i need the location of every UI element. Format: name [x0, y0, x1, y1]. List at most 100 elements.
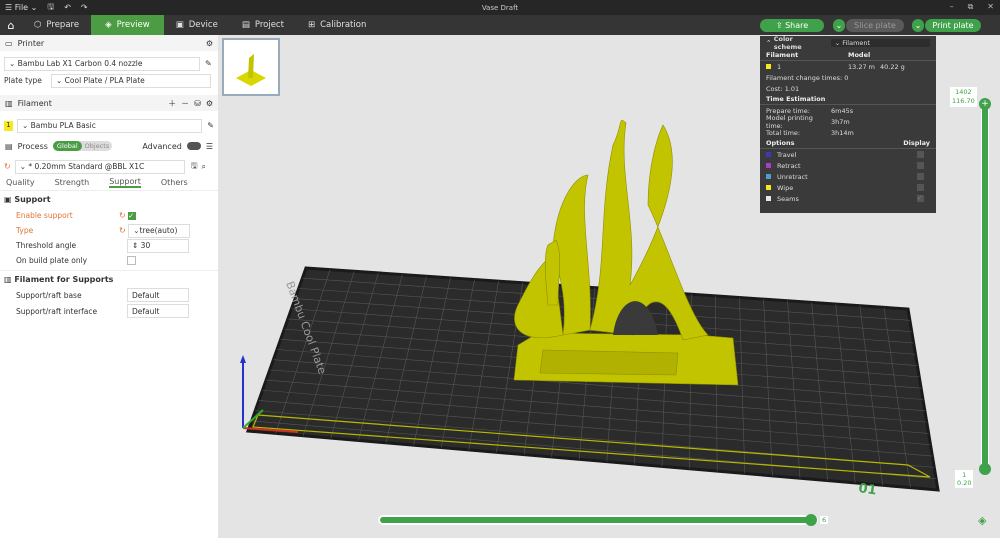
tab-prepare[interactable]: ⬡ Prepare	[22, 15, 91, 35]
collapse-icon[interactable]: ⌃	[766, 39, 774, 47]
printer-icon: ▭	[5, 38, 13, 48]
slice-label: Slice plate	[854, 21, 896, 30]
change-times: Filament change times: 0	[766, 73, 849, 82]
section-title: Filament	[17, 98, 52, 108]
raft-interface-select[interactable]: Default	[127, 304, 189, 318]
process-icon: ▤	[5, 141, 13, 151]
close-button[interactable]: ✕	[987, 2, 994, 12]
slice-dropdown[interactable]: ⌄	[833, 19, 845, 32]
display-checkbox[interactable]	[917, 162, 924, 169]
layer-top-label: 1402 116.70	[950, 87, 977, 107]
move-slider[interactable]	[378, 515, 818, 525]
threshold-input[interactable]: ⇕ 30	[127, 238, 189, 253]
remove-icon[interactable]: －	[181, 98, 189, 109]
legend-panel: ⌃ Color scheme ⌄ Filament Filament Model 1…	[760, 35, 936, 213]
option-swatch	[766, 174, 771, 179]
filament-slot[interactable]: 1	[4, 120, 13, 131]
share-button[interactable]: ⇪ Share	[760, 19, 824, 32]
file-menu[interactable]: ☰ File ⌄	[5, 3, 37, 12]
color-scheme-value: Filament	[842, 39, 871, 47]
model-column: Model	[848, 51, 871, 59]
total-label: Total time:	[766, 128, 801, 137]
reset-icon[interactable]: ↻	[4, 162, 11, 171]
objects-toggle[interactable]: Objects	[82, 141, 113, 151]
print-dropdown[interactable]: ⌄	[912, 19, 924, 32]
enable-support-checkbox[interactable]: ✓	[128, 211, 137, 220]
share-icon: ⇪	[775, 21, 786, 30]
layer-slider[interactable]	[981, 100, 989, 472]
save-icon[interactable]: 🖫	[47, 1, 54, 15]
reset-icon[interactable]: ↻	[119, 211, 128, 220]
time-estimation-heading: Time Estimation	[760, 94, 936, 105]
cost: Cost: 1.01	[766, 84, 800, 93]
tab-preview[interactable]: ◈ Preview	[91, 15, 164, 35]
bottom-height: 0.20	[957, 479, 972, 487]
add-icon[interactable]: ＋	[168, 98, 176, 109]
subtab-support[interactable]: Support	[109, 177, 141, 188]
subtab-others[interactable]: Others	[161, 178, 188, 187]
color-scheme-select[interactable]: ⌄ Filament	[830, 39, 930, 47]
support-type-select[interactable]: ⌄ tree(auto)	[128, 223, 191, 238]
option-swatch	[766, 152, 771, 157]
restore-button[interactable]: ⧉	[968, 2, 974, 12]
layer-slider-top-handle[interactable]: +	[979, 98, 991, 110]
tab-label: Prepare	[46, 20, 80, 30]
reset-icon[interactable]: ↻	[119, 226, 128, 235]
plate-number: 01	[857, 481, 877, 498]
display-checkbox[interactable]	[917, 184, 924, 191]
display-checkbox[interactable]	[917, 151, 924, 158]
list-icon[interactable]: ☰	[206, 142, 213, 151]
slice-plate-button[interactable]: Slice plate	[846, 19, 904, 32]
color-scheme-label: Color scheme	[773, 35, 802, 51]
layer-slider-bottom-handle[interactable]	[979, 463, 991, 475]
move-slider-handle[interactable]	[805, 514, 817, 526]
tab-device[interactable]: ▣ Device	[164, 15, 230, 35]
tab-calibration[interactable]: ⊞ Calibration	[296, 15, 378, 35]
plate-type-select[interactable]: ⌄ Cool Plate / PLA Plate	[51, 73, 211, 88]
subtab-quality[interactable]: Quality	[6, 178, 35, 187]
tab-label: Preview	[116, 20, 150, 30]
save-icon[interactable]: 🖫	[191, 160, 198, 174]
undo-icon[interactable]: ↶	[64, 3, 71, 12]
gear-icon[interactable]: ⚙	[206, 99, 213, 108]
filament-section: ▥ Filament ＋ － ⛁ ⚙	[0, 95, 218, 111]
option-label: Seams	[777, 194, 799, 203]
option-label: Retract	[777, 161, 801, 170]
subtab-strength[interactable]: Strength	[55, 178, 90, 187]
filament-icon: ▥	[5, 98, 13, 108]
plate-type-label: Plate type	[4, 76, 42, 85]
option-label: Travel	[777, 150, 797, 159]
option-swatch	[766, 185, 771, 190]
sync-icon[interactable]: ⛁	[194, 99, 201, 108]
tab-project[interactable]: ▤ Project	[230, 15, 296, 35]
edit-icon[interactable]: ✎	[205, 59, 212, 68]
options-list: Travel Retract Unretract Wipe Seams ✓	[760, 149, 936, 204]
display-checkbox[interactable]: ✓	[917, 195, 924, 202]
edit-icon[interactable]: ✎	[207, 121, 214, 130]
raft-interface-label: Support/raft interface	[16, 306, 98, 316]
layers-icon[interactable]: ◈	[978, 514, 986, 527]
minimize-button[interactable]: –	[950, 2, 954, 12]
global-toggle[interactable]: Global	[52, 141, 82, 151]
printer-select[interactable]: ⌄ Bambu Lab X1 Carbon 0.4 nozzle	[4, 56, 200, 71]
raft-base-select[interactable]: Default	[127, 288, 189, 302]
redo-icon[interactable]: ↷	[81, 3, 88, 12]
process-preset-select[interactable]: ⌄ * 0.20mm Standard @BBL X1C	[14, 159, 185, 174]
advanced-switch[interactable]	[186, 142, 201, 150]
enable-support-label: Enable support	[16, 211, 73, 220]
print-plate-button[interactable]: Print plate	[925, 19, 981, 32]
display-checkbox[interactable]	[917, 173, 924, 180]
gear-icon[interactable]: ⚙	[206, 39, 213, 48]
build-plate-checkbox[interactable]	[127, 256, 136, 265]
display-heading: Display	[903, 139, 930, 147]
filament-select[interactable]: ⌄ Bambu PLA Basic	[16, 118, 203, 133]
support-heading: Support	[14, 195, 51, 204]
calibration-icon: ⊞	[307, 20, 316, 30]
process-section: ▤ Process Global Objects Advanced ☰	[0, 138, 218, 154]
search-icon[interactable]: ⌕	[202, 162, 206, 172]
prepare-time: 6m45s	[831, 106, 854, 115]
home-button[interactable]: ⌂	[0, 15, 22, 35]
option-label: Wipe	[777, 183, 794, 192]
raft-base-value: Default	[132, 290, 160, 300]
printer-section: ▭ Printer ⚙	[0, 35, 218, 51]
